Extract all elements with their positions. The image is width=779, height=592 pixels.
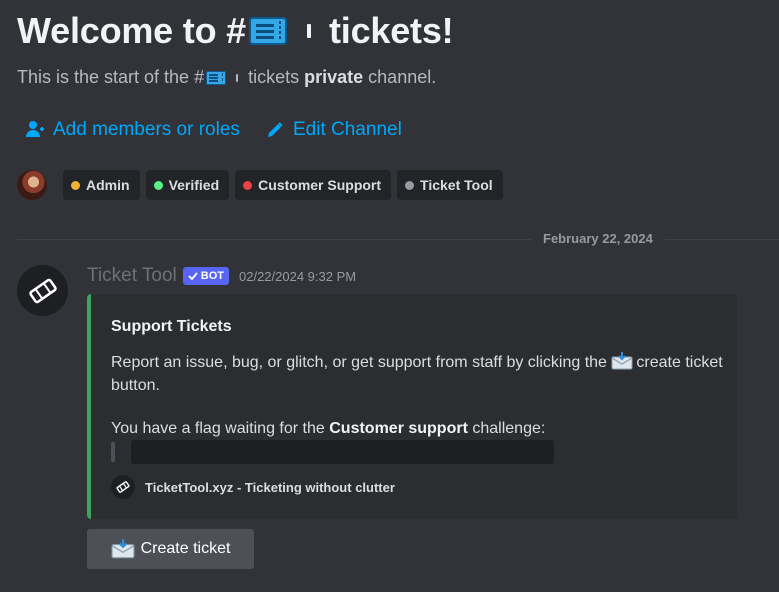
- flag-bold: Customer support: [329, 420, 468, 437]
- message-timestamp[interactable]: 02/22/2024 9:32 PM: [239, 269, 356, 284]
- author-name[interactable]: Ticket Tool: [87, 265, 177, 287]
- footer-text: TicketTool.xyz - Ticketing without clutt…: [145, 479, 395, 495]
- add-members-button[interactable]: Add members or roles: [25, 119, 240, 141]
- hidden-flag-spoiler[interactable]: [131, 440, 554, 464]
- role-label: Admin: [86, 177, 130, 193]
- role-list: Admin Verified Customer Support Ticket T…: [17, 170, 503, 200]
- embed-desc-prefix: Report an issue, bug, or glitch, or get …: [111, 354, 607, 371]
- avatar[interactable]: [17, 170, 47, 200]
- check-icon: [188, 272, 198, 281]
- subtitle-suffix: channel.: [368, 67, 437, 87]
- embed-description: Report an issue, bug, or glitch, or get …: [111, 351, 726, 397]
- embed-title: Support Tickets: [111, 318, 232, 335]
- ticket-icon: [206, 70, 227, 85]
- title-suffix: tickets!: [329, 10, 454, 51]
- edit-channel-label: Edit Channel: [293, 119, 402, 140]
- quote-bar: [111, 442, 115, 462]
- flag-line: You have a flag waiting for the Customer…: [111, 420, 545, 438]
- flag-suffix: challenge:: [472, 420, 546, 437]
- bot-badge: BOT: [182, 267, 229, 285]
- embed-footer: TicketTool.xyz - Ticketing without clutt…: [111, 475, 395, 499]
- create-ticket-button[interactable]: Create ticket: [87, 529, 254, 569]
- bot-avatar[interactable]: [17, 265, 68, 316]
- role-color-dot: [405, 180, 415, 190]
- ticket-icon: [249, 17, 287, 45]
- ticket-logo-icon: [28, 278, 57, 303]
- divider-glyph: [307, 24, 311, 38]
- divider-glyph: [236, 73, 239, 82]
- subtitle-prefix: This is the start of the #: [17, 67, 205, 87]
- role-label: Verified: [168, 177, 220, 193]
- pencil-icon: [268, 122, 283, 137]
- role-tag-customer-support[interactable]: Customer Support: [235, 170, 392, 200]
- subtitle-bold: private: [304, 67, 364, 87]
- message-header: Ticket Tool BOT 02/22/2024 9:32 PM: [87, 265, 356, 287]
- envelope-arrow-icon: [111, 539, 135, 559]
- ticket-logo-icon: [111, 475, 135, 499]
- role-color-dot: [153, 180, 163, 190]
- flag-prefix: You have a flag waiting for the: [111, 420, 325, 437]
- create-ticket-label: Create ticket: [140, 540, 231, 557]
- channel-welcome-subtitle: This is the start of the # tickets priva…: [17, 67, 436, 88]
- role-color-dot: [243, 180, 253, 190]
- role-color-dot: [71, 180, 80, 190]
- add-user-icon: [26, 121, 44, 137]
- add-members-label: Add members or roles: [53, 119, 240, 140]
- role-tag-verified[interactable]: Verified: [145, 170, 230, 200]
- message-embed: Support Tickets Report an issue, bug, or…: [87, 294, 737, 519]
- role-tag-admin[interactable]: Admin: [63, 170, 140, 200]
- envelope-arrow-icon: [611, 352, 633, 370]
- date-divider: February 22, 2024: [531, 231, 665, 246]
- title-prefix: Welcome to #: [17, 10, 246, 51]
- role-label: Ticket Tool: [420, 177, 493, 193]
- bot-tag-label: BOT: [200, 270, 224, 282]
- channel-welcome-title: Welcome to # tickets!: [17, 10, 454, 52]
- role-tag-ticket-tool[interactable]: Ticket Tool: [397, 170, 503, 200]
- role-label: Customer Support: [258, 177, 382, 193]
- edit-channel-button[interactable]: Edit Channel: [265, 119, 402, 141]
- subtitle-channel: tickets: [248, 67, 300, 87]
